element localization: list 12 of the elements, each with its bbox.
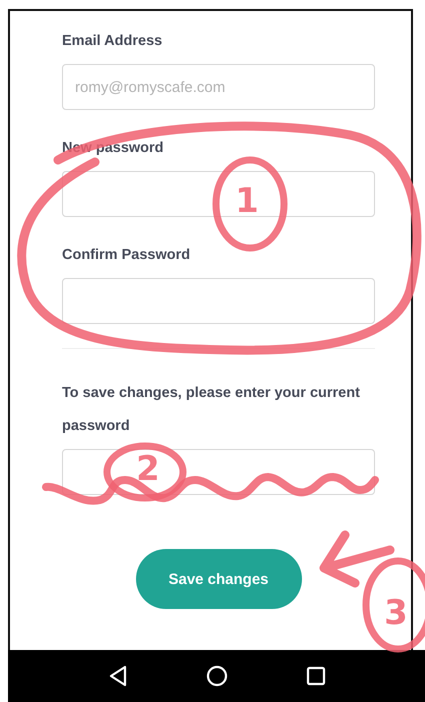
input-field[interactable]: romy@romyscafe.com — [62, 64, 375, 110]
annotation-number: 3 — [384, 593, 408, 633]
input-field[interactable] — [62, 278, 375, 324]
save-button[interactable]: Save changes — [136, 549, 302, 609]
input-field[interactable] — [62, 171, 375, 217]
recent-apps-icon[interactable] — [304, 665, 326, 687]
field-label: Confirm Password — [62, 247, 190, 263]
field-label: Email Address — [62, 33, 162, 49]
annotation-number: 1 — [235, 181, 259, 221]
annotation-number: 2 — [136, 449, 160, 489]
field-label: To save changes, please enter your current password — [62, 384, 361, 436]
home-icon[interactable] — [206, 665, 228, 687]
